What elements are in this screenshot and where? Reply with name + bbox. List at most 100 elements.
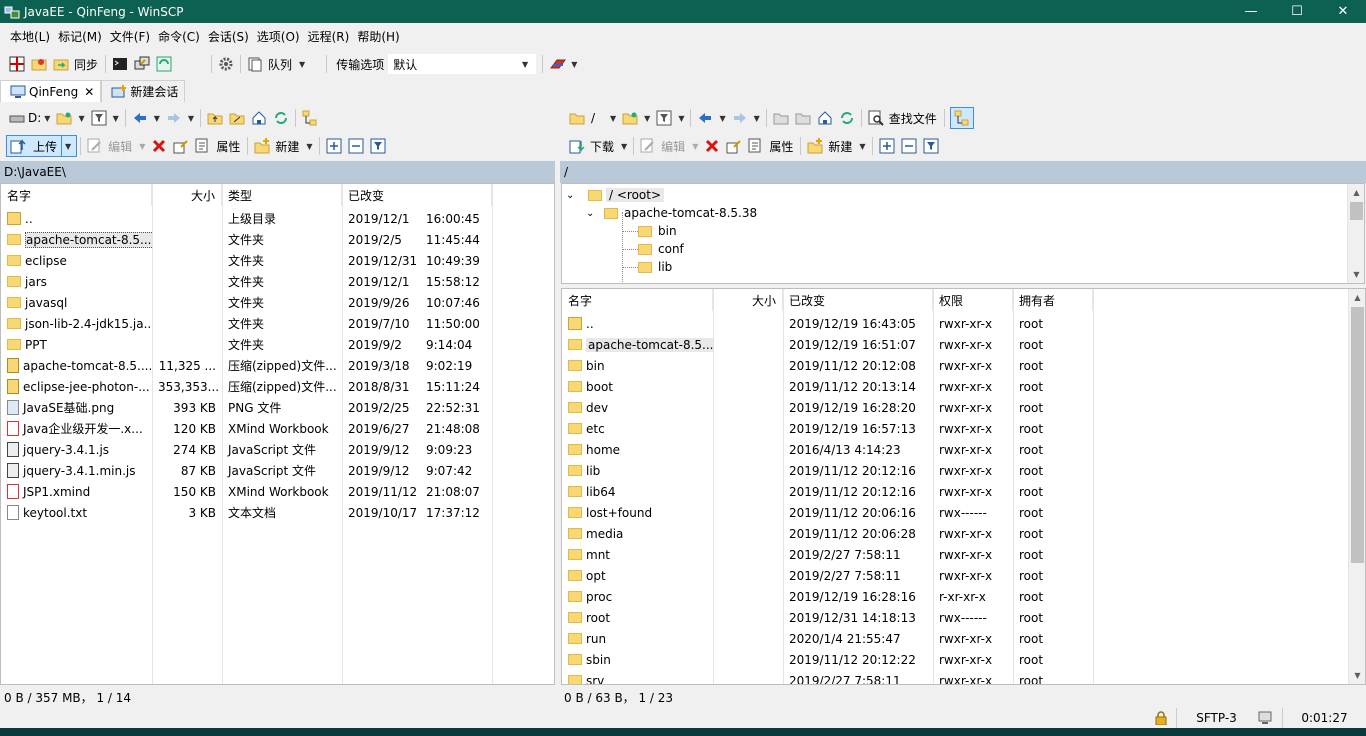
queue-icon[interactable] <box>247 56 263 72</box>
find-files-button[interactable]: 查找文件 <box>889 110 937 127</box>
chevron-down-icon[interactable]: ▼ <box>113 114 119 123</box>
select-minus-icon[interactable] <box>901 138 917 154</box>
minimize-button[interactable]: — <box>1228 0 1274 23</box>
gear-icon[interactable] <box>218 56 234 72</box>
open-folder-icon[interactable] <box>622 110 638 126</box>
table-row[interactable]: mnt 2019/2/27 7:58:11 rwxr-xr-x root <box>562 544 1093 565</box>
edit-button[interactable]: 编辑 <box>108 138 132 155</box>
col-changed[interactable]: 已改变 <box>783 289 933 311</box>
putty-icon[interactable] <box>134 56 150 72</box>
properties-button[interactable]: 属性 <box>216 138 240 155</box>
table-row[interactable]: lib 2019/11/12 20:12:16 rwxr-xr-x root <box>562 460 1093 481</box>
right-dir-select[interactable]: / <box>591 111 607 125</box>
table-row[interactable]: srv 2019/2/27 7:58:11 rwxr-xr-x root <box>562 670 1093 684</box>
menu-help[interactable]: 帮助(H) <box>353 28 403 45</box>
col-changed[interactable]: 已改变 <box>342 184 492 206</box>
table-row[interactable]: PPT 文件夹 2019/9/2 9:14:04 <box>1 334 492 355</box>
menu-file[interactable]: 文件(F) <box>106 28 154 45</box>
edit-icon[interactable] <box>640 138 656 154</box>
menu-session[interactable]: 会话(S) <box>204 28 253 45</box>
select-filter-icon[interactable] <box>370 138 386 154</box>
new-button[interactable]: 新建 <box>828 138 852 155</box>
chevron-down-icon[interactable]: ▼ <box>188 114 194 123</box>
tree-scrollbar[interactable]: ▲ ▼ <box>1347 184 1364 283</box>
table-row[interactable]: home 2016/4/13 4:14:23 rwxr-xr-x root <box>562 439 1093 460</box>
scroll-down-icon[interactable]: ▼ <box>1348 266 1364 283</box>
table-row[interactable]: sbin 2019/11/12 20:12:22 rwxr-xr-x root <box>562 649 1093 670</box>
filter-icon[interactable] <box>656 110 672 126</box>
properties-button[interactable]: 属性 <box>769 138 793 155</box>
left-drive-select[interactable]: D: <box>28 111 41 125</box>
col-size[interactable]: 大小 <box>713 289 783 311</box>
table-row[interactable]: boot 2019/11/12 20:13:14 rwxr-xr-x root <box>562 376 1093 397</box>
sync-icon[interactable] <box>53 56 69 72</box>
chevron-down-icon[interactable]: ▼ <box>78 114 84 123</box>
table-row[interactable]: jquery-3.4.1.js 274 KB JavaScript 文件 2019/9… <box>1 439 492 460</box>
properties-icon[interactable] <box>748 138 764 154</box>
tree-node-conf[interactable]: conf <box>622 240 684 258</box>
table-row[interactable]: JSP1.xmind 150 KB XMind Workbook 2019/11/12… <box>1 481 492 502</box>
select-plus-icon[interactable] <box>879 138 895 154</box>
chevron-down-icon[interactable]: ▼ <box>644 114 650 123</box>
chevron-down-icon[interactable]: ▼ <box>719 114 725 123</box>
filter-icon[interactable] <box>91 110 107 126</box>
maximize-button[interactable]: ☐ <box>1274 0 1320 23</box>
chevron-down-icon[interactable]: ▼ <box>859 142 865 151</box>
table-row[interactable]: .. 2019/12/19 16:43:05 rwxr-xr-x root <box>562 313 1093 334</box>
tab-new-session[interactable]: 新建会话 <box>101 80 186 102</box>
refresh-icon[interactable] <box>273 110 289 126</box>
chevron-down-icon[interactable]: ▼ <box>154 114 160 123</box>
table-row[interactable]: javasql 文件夹 2019/9/26 10:07:46 <box>1 292 492 313</box>
table-row[interactable]: eclipse 文件夹 2019/12/31 10:49:39 <box>1 250 492 271</box>
disconnect-icon[interactable] <box>549 56 567 72</box>
menu-remote[interactable]: 远程(R) <box>304 28 354 45</box>
download-icon[interactable] <box>569 138 585 154</box>
home-icon[interactable] <box>817 110 833 126</box>
scroll-up-icon[interactable]: ▲ <box>1349 289 1365 306</box>
transfer-settings-select[interactable]: 默认 ▼ <box>388 54 537 74</box>
tree-node-root[interactable]: ⌄ / <root> <box>566 186 665 204</box>
chevron-down-icon[interactable]: ▼ <box>306 142 312 151</box>
table-row[interactable]: .. 上级目录 2019/12/1 16:00:45 <box>1 208 492 229</box>
right-scrollbar[interactable]: ▲ ▼ <box>1348 289 1365 684</box>
tree-toggle-icon[interactable] <box>302 110 318 126</box>
table-row[interactable]: dev 2019/12/19 16:28:20 rwxr-xr-x root <box>562 397 1093 418</box>
refresh-icon[interactable] <box>839 110 855 126</box>
right-scroll-thumb[interactable] <box>1351 307 1364 563</box>
upload-button[interactable]: 上传 ▼ <box>6 135 78 157</box>
left-file-panel[interactable]: 名字 ^ 大小 类型 已改变 .. 上级目录 2019/12/1 16:00:45 apa… <box>0 183 555 685</box>
new-icon[interactable] <box>807 138 823 154</box>
tab-qinfeng[interactable]: QinFeng ✕ <box>0 80 102 102</box>
edit-icon[interactable] <box>87 138 103 154</box>
table-row[interactable]: media 2019/11/12 20:06:28 rwxr-xr-x root <box>562 523 1093 544</box>
dir-dropdown-icon[interactable]: ▼ <box>610 114 616 123</box>
tree-scroll-thumb[interactable] <box>1350 202 1363 220</box>
col-type[interactable]: 类型 <box>222 184 342 206</box>
open-folder-icon[interactable] <box>56 110 72 126</box>
table-row[interactable]: apache-tomcat-8.5.... 文件夹 2019/2/5 11:45:44 <box>1 229 492 250</box>
tree-toggle-icon[interactable] <box>949 107 974 129</box>
expand-icon[interactable]: ⌄ <box>566 190 580 201</box>
table-row[interactable]: root 2019/12/31 14:18:13 rwx------ root <box>562 607 1093 628</box>
find-files-icon[interactable] <box>868 110 884 126</box>
delete-icon[interactable] <box>151 138 167 154</box>
drive-dropdown-icon[interactable]: ▼ <box>44 114 50 123</box>
scroll-up-icon[interactable]: ▲ <box>1348 184 1364 201</box>
col-owner[interactable]: 拥有者 <box>1013 289 1093 311</box>
chevron-down-icon[interactable]: ▼ <box>621 142 627 151</box>
disconnect-dropdown-icon[interactable]: ▼ <box>571 60 577 69</box>
table-row[interactable]: eclipse-jee-photon-... 353,353... 压缩(zippe… <box>1 376 492 397</box>
menu-commands[interactable]: 命令(C) <box>154 28 204 45</box>
col-name[interactable]: 名字 ^ <box>562 289 713 311</box>
root-dir-icon[interactable] <box>229 110 245 126</box>
upload-dropdown[interactable]: ▼ <box>61 136 74 156</box>
table-row[interactable]: jquery-3.4.1.min.js 87 KB JavaScript 文件 201… <box>1 460 492 481</box>
rename-icon[interactable] <box>726 138 742 154</box>
parent-dir-icon[interactable] <box>207 110 223 126</box>
forward-icon[interactable] <box>732 110 748 126</box>
download-button[interactable]: 下载 <box>590 138 614 155</box>
table-row[interactable]: etc 2019/12/19 16:57:13 rwxr-xr-x root <box>562 418 1093 439</box>
rename-icon[interactable] <box>173 138 189 154</box>
chevron-down-icon[interactable]: ▼ <box>678 114 684 123</box>
chevron-down-icon[interactable]: ▼ <box>139 142 145 151</box>
